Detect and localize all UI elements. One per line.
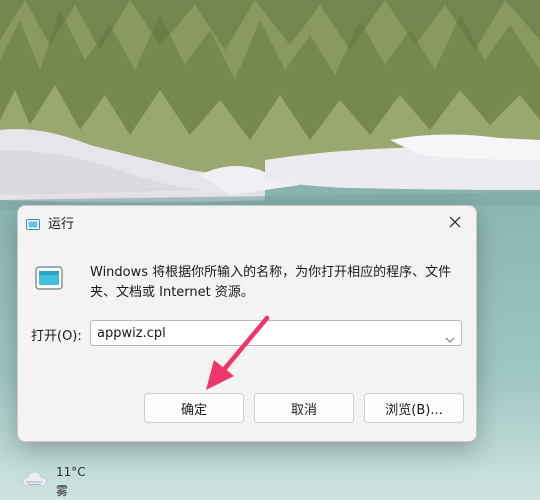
chevron-down-icon[interactable] <box>445 329 455 343</box>
close-button[interactable] <box>440 209 470 235</box>
command-input[interactable] <box>91 321 431 345</box>
run-app-icon <box>35 266 63 290</box>
weather-condition: 雾 <box>56 484 69 498</box>
browse-button[interactable]: 浏览(B)... <box>364 393 464 423</box>
command-combobox[interactable] <box>90 320 462 346</box>
dialog-description: Windows 将根据你所输入的名称，为你打开相应的程序、文件夹、文档或 Int… <box>90 265 452 300</box>
cancel-button[interactable]: 取消 <box>254 393 354 423</box>
run-icon <box>26 215 40 230</box>
ok-button[interactable]: 确定 <box>144 393 244 423</box>
close-icon <box>449 216 461 228</box>
open-label: 打开(O): <box>31 329 82 344</box>
title-bar[interactable]: 运行 <box>18 206 476 236</box>
run-dialog: 运行 Windows 将根据你所输入的名称，为你打开相应的程序、文件夹、文档或 … <box>17 205 477 442</box>
fog-cloud-icon <box>22 470 48 488</box>
dialog-title: 运行 <box>48 217 75 232</box>
weather-temperature: 11°C <box>56 465 86 479</box>
